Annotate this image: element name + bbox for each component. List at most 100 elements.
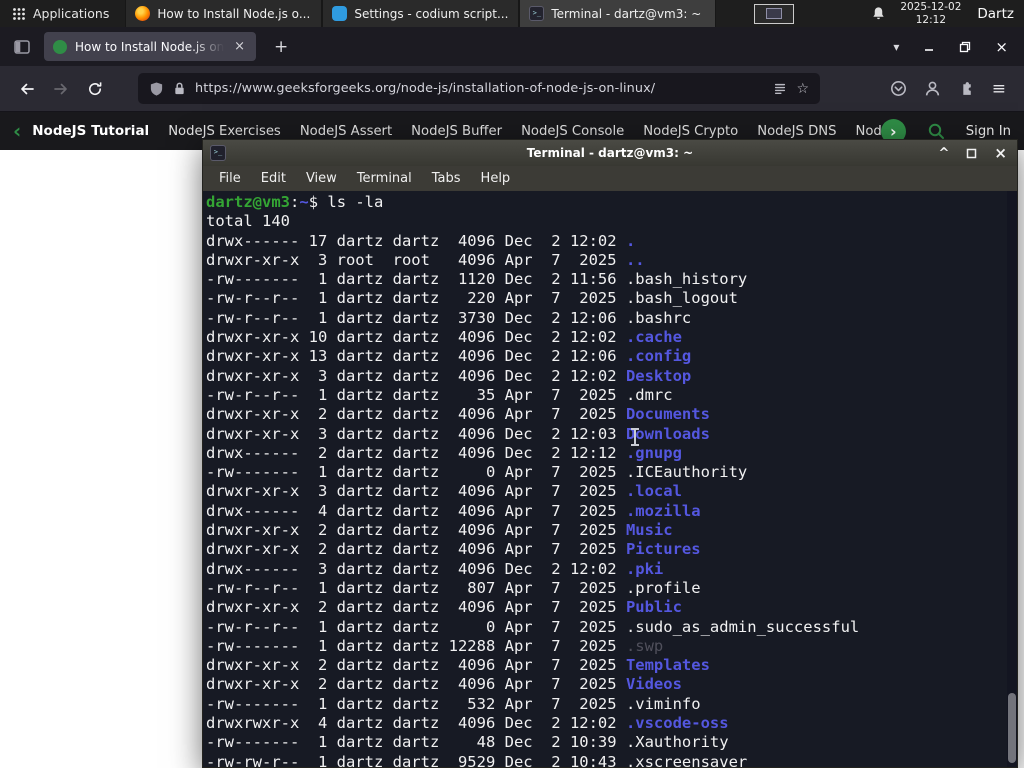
site-nav-item[interactable]: Node <box>855 124 880 139</box>
clock-time: 12:12 <box>915 13 946 26</box>
bookmark-star-icon[interactable]: ☆ <box>796 81 809 97</box>
file-meta: -rw-r--r-- 1 dartz dartz 807 Apr 7 2025 <box>206 578 626 597</box>
taskbar: How to Install Node.js o... Settings - co… <box>125 0 717 27</box>
taskbar-button-terminal[interactable]: >_ Terminal - dartz@vm3: ~ <box>519 0 717 27</box>
site-nav-item[interactable]: NodeJS Crypto <box>643 124 738 139</box>
scrollbar-thumb[interactable] <box>1008 693 1016 763</box>
notifications-bell-icon[interactable] <box>871 6 886 21</box>
prompt-path: ~ <box>299 193 309 211</box>
file-name: Videos <box>625 675 682 694</box>
menu-file[interactable]: File <box>209 171 251 186</box>
terminal-titlebar[interactable]: >_ Terminal - dartz@vm3: ~ ^ × <box>203 140 1017 166</box>
browser-restore-button[interactable] <box>959 41 971 53</box>
app-menu-icon[interactable]: ≡ <box>992 79 1006 99</box>
back-button[interactable] <box>12 74 42 104</box>
text-cursor <box>631 428 639 446</box>
browser-close-button[interactable]: × <box>995 38 1008 56</box>
tab-close-icon[interactable]: × <box>232 39 247 54</box>
firefox-view-button[interactable] <box>8 33 36 61</box>
terminal-ls-row: -rw------- 1 dartz dartz 0 Apr 7 2025 .I… <box>206 463 1017 482</box>
prompt-colon: : <box>290 193 300 211</box>
file-name: .dmrc <box>625 385 673 404</box>
file-name: .bash_logout <box>625 289 738 308</box>
browser-minimize-button[interactable] <box>923 41 935 53</box>
terminal-ls-row: drwx------ 4 dartz dartz 4096 Apr 7 2025… <box>206 502 1017 521</box>
taskbar-button-firefox[interactable]: How to Install Node.js o... <box>125 0 323 27</box>
menu-terminal[interactable]: Terminal <box>347 171 422 186</box>
file-meta: drwxr-xr-x 3 dartz dartz 4096 Dec 2 12:0… <box>206 366 626 385</box>
file-name: .sudo_as_admin_successful <box>625 617 860 636</box>
file-name: .swp <box>625 636 664 655</box>
file-name: .cache <box>625 328 682 347</box>
file-meta: drwxr-xr-x 3 dartz dartz 4096 Apr 7 2025 <box>206 482 626 501</box>
file-name: .pki <box>625 559 664 578</box>
menu-tabs[interactable]: Tabs <box>422 171 471 186</box>
terminal-minimize-button[interactable]: ^ <box>939 147 950 160</box>
terminal-ls-row: drwx------ 17 dartz dartz 4096 Dec 2 12:… <box>206 232 1017 251</box>
minimize-icon <box>925 48 934 51</box>
pocket-icon[interactable] <box>890 80 907 97</box>
site-nav-item[interactable]: NodeJS Buffer <box>411 124 502 139</box>
reload-button[interactable] <box>80 74 110 104</box>
terminal-ls-row: drwxr-xr-x 13 dartz dartz 4096 Dec 2 12:… <box>206 347 1017 366</box>
menu-help[interactable]: Help <box>471 171 521 186</box>
file-name: Pictures <box>625 540 701 559</box>
file-meta: -rw------- 1 dartz dartz 532 Apr 7 2025 <box>206 694 626 713</box>
file-name: .ICEauthority <box>625 463 748 482</box>
url-bar[interactable]: https://www.geeksforgeeks.org/node-js/in… <box>138 73 820 104</box>
file-meta: -rw------- 1 dartz dartz 1120 Dec 2 11:5… <box>206 270 626 289</box>
terminal-ls-row: drwxr-xr-x 3 root root 4096 Apr 7 2025 .… <box>206 251 1017 270</box>
site-nav-item[interactable]: NodeJS Assert <box>300 124 392 139</box>
menu-edit[interactable]: Edit <box>251 171 296 186</box>
file-name: Templates <box>625 656 710 675</box>
file-name: .bashrc <box>625 308 692 327</box>
restore-icon <box>960 41 971 52</box>
taskbar-button-label: How to Install Node.js o... <box>157 6 311 21</box>
site-nav-item[interactable]: NodeJS Console <box>521 124 624 139</box>
file-name: .viminfo <box>625 694 701 713</box>
terminal-scrollbar[interactable] <box>1007 191 1017 767</box>
site-nav-item[interactable]: NodeJS Tutorial <box>32 123 149 139</box>
file-meta: drwx------ 17 dartz dartz 4096 Dec 2 12:… <box>206 231 626 250</box>
terminal-ls-row: drwxr-xr-x 2 dartz dartz 4096 Apr 7 2025… <box>206 656 1017 675</box>
taskbar-button-label: Terminal - dartz@vm3: ~ <box>551 6 702 21</box>
reload-icon <box>89 81 102 95</box>
reader-mode-icon[interactable] <box>773 82 787 96</box>
file-name: Documents <box>625 405 710 424</box>
terminal-close-button[interactable]: × <box>994 145 1007 161</box>
prompt-user-host: dartz@vm3 <box>206 193 290 211</box>
terminal-ls-row: -rw------- 1 dartz dartz 1120 Dec 2 11:5… <box>206 270 1017 289</box>
site-nav-item[interactable]: NodeJS DNS <box>757 124 836 139</box>
account-icon[interactable] <box>924 80 941 97</box>
browser-tab[interactable]: How to Install Node.js on × <box>44 32 256 61</box>
workspace-switcher[interactable] <box>754 3 795 24</box>
extensions-puzzle-icon[interactable] <box>958 80 975 97</box>
file-name: .bash_history <box>625 270 748 289</box>
file-name: .mozilla <box>625 501 701 520</box>
terminal-output[interactable]: dartz@vm3:~$ ls -la total 140 drwx------ 1… <box>203 191 1017 767</box>
taskbar-button-codium[interactable]: Settings - codium script... <box>322 0 520 27</box>
file-meta: drwx------ 3 dartz dartz 4096 Dec 2 12:0… <box>206 559 626 578</box>
taskbar-button-label: Settings - codium script... <box>354 6 509 21</box>
file-meta: drwxr-xr-x 13 dartz dartz 4096 Dec 2 12:… <box>206 347 626 366</box>
terminal-icon: >_ <box>529 6 545 21</box>
terminal-ls-row: -rw-r--r-- 1 dartz dartz 220 Apr 7 2025 … <box>206 289 1017 308</box>
terminal-ls-row: drwx------ 3 dartz dartz 4096 Dec 2 12:0… <box>206 560 1017 579</box>
maximize-icon <box>967 148 977 158</box>
nav-scroll-left-icon[interactable]: ‹ <box>13 121 21 141</box>
site-favicon <box>53 39 67 54</box>
search-icon[interactable] <box>927 122 945 140</box>
terminal-maximize-button[interactable] <box>966 148 977 159</box>
new-tab-button[interactable]: + <box>268 37 294 57</box>
list-all-tabs-button[interactable]: ▾ <box>893 40 899 54</box>
file-meta: -rw------- 1 dartz dartz 48 Dec 2 10:39 <box>206 733 626 752</box>
site-nav-item[interactable]: NodeJS Exercises <box>168 124 281 139</box>
terminal-ls-row: drwxr-xr-x 3 dartz dartz 4096 Dec 2 12:0… <box>206 425 1017 444</box>
menu-view[interactable]: View <box>296 171 347 186</box>
file-name: Desktop <box>625 366 692 385</box>
applications-menu-button[interactable]: Applications <box>0 0 121 27</box>
terminal-ls-row: -rw------- 1 dartz dartz 532 Apr 7 2025 … <box>206 695 1017 714</box>
forward-button[interactable] <box>46 74 76 104</box>
panel-clock[interactable]: 2025-12-02 12:12 <box>900 1 961 26</box>
sign-in-button[interactable]: Sign In <box>966 124 1011 139</box>
